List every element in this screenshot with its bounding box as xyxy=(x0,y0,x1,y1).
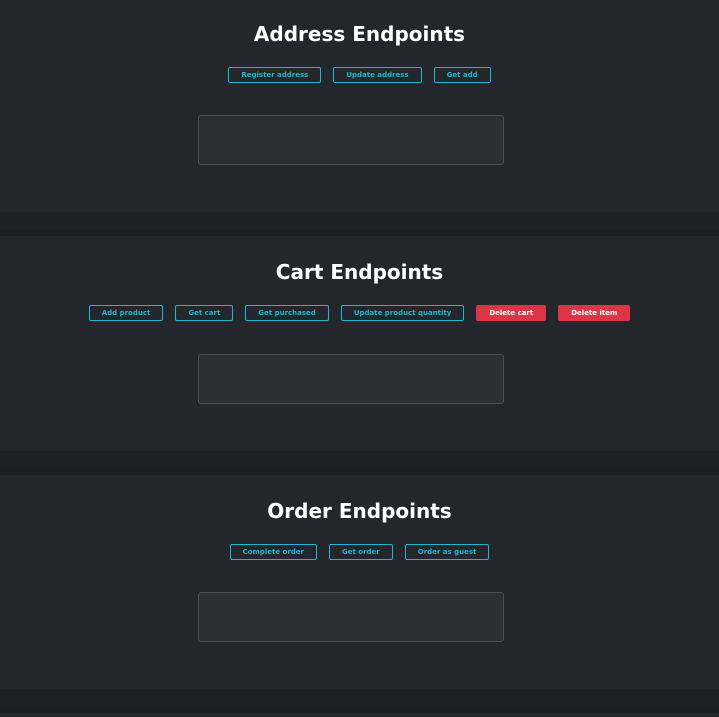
order-output-box xyxy=(198,592,504,642)
update-product-quantity-button[interactable]: Update product quantity xyxy=(340,305,465,321)
order-endpoints-title: Order Endpoints xyxy=(267,499,452,523)
complete-order-button[interactable]: Complete order xyxy=(229,544,317,560)
update-address-button[interactable]: Update address xyxy=(333,67,422,83)
delete-cart-button[interactable]: Delete cart xyxy=(476,305,547,321)
address-output-box xyxy=(198,115,504,165)
get-order-button[interactable]: Get order xyxy=(329,544,393,560)
address-endpoints-section: Address Endpoints Register address Updat… xyxy=(0,0,719,212)
order-button-row: Complete order Get order Order as guest xyxy=(0,544,719,560)
cart-button-row: Add product Get cart Get purchased Updat… xyxy=(0,305,719,321)
order-as-guest-button[interactable]: Order as guest xyxy=(404,544,490,560)
cart-endpoints-section: Cart Endpoints Add product Get cart Get … xyxy=(0,236,719,451)
address-endpoints-title: Address Endpoints xyxy=(253,22,466,46)
address-button-row: Register address Update address Get add xyxy=(0,67,719,83)
get-cart-button[interactable]: Get cart xyxy=(175,305,234,321)
get-address-button[interactable]: Get add xyxy=(433,67,491,83)
get-purchased-button[interactable]: Get purchased xyxy=(245,305,329,321)
register-address-button[interactable]: Register address xyxy=(228,67,322,83)
cart-endpoints-title: Cart Endpoints xyxy=(275,260,444,284)
add-product-button[interactable]: Add product xyxy=(88,305,164,321)
page: Address Endpoints Register address Updat… xyxy=(0,0,719,717)
cart-output-box xyxy=(198,354,504,404)
order-endpoints-section: Order Endpoints Complete order Get order… xyxy=(0,475,719,689)
delete-item-button[interactable]: Delete item xyxy=(558,305,631,321)
next-section-edge xyxy=(0,713,719,717)
